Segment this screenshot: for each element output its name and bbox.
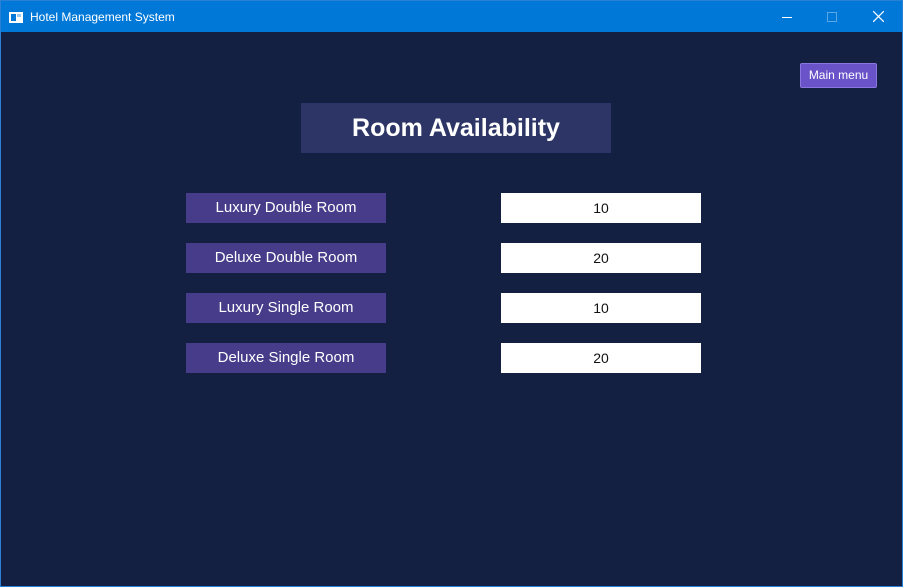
close-button[interactable] xyxy=(855,1,901,32)
maximize-button[interactable] xyxy=(809,1,855,32)
room-label-deluxe-double: Deluxe Double Room xyxy=(186,243,386,273)
room-label-deluxe-single: Deluxe Single Room xyxy=(186,343,386,373)
minimize-icon xyxy=(782,16,792,18)
room-count-deluxe-single[interactable]: 20 xyxy=(501,343,701,373)
room-label-luxury-single: Luxury Single Room xyxy=(186,293,386,323)
page-title: Room Availability xyxy=(301,103,611,153)
window-title: Hotel Management System xyxy=(30,10,175,24)
room-count-luxury-single[interactable]: 10 xyxy=(501,293,701,323)
main-menu-button[interactable]: Main menu xyxy=(800,63,877,88)
room-count-deluxe-double[interactable]: 20 xyxy=(501,243,701,273)
title-bar[interactable]: Hotel Management System xyxy=(1,1,902,32)
room-label-luxury-double: Luxury Double Room xyxy=(186,193,386,223)
content-area: Main menu Room Availability Luxury Doubl… xyxy=(1,32,902,586)
maximize-icon xyxy=(827,11,837,22)
app-window: Hotel Management System Main menu Room A… xyxy=(0,0,903,587)
close-icon xyxy=(872,11,884,22)
app-icon xyxy=(9,10,23,23)
minimize-button[interactable] xyxy=(764,1,810,32)
room-count-luxury-double[interactable]: 10 xyxy=(501,193,701,223)
